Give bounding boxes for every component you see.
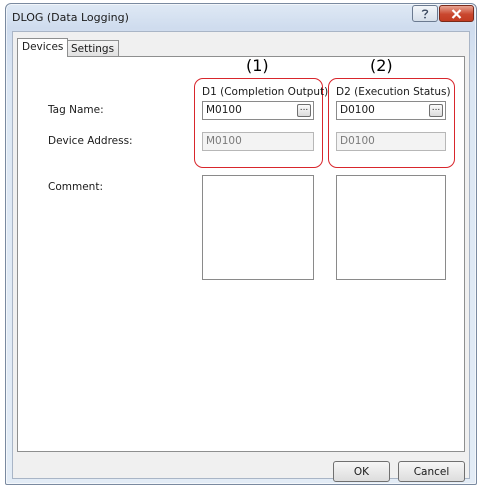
d2-device-address-value: D0100 [340,135,375,147]
d2-tag-name-value: D0100 [340,104,375,116]
tab-devices[interactable]: Devices [17,38,69,57]
ellipsis-icon: ... [431,103,441,113]
tab-settings-label: Settings [71,43,115,55]
cancel-button-label: Cancel [413,465,450,478]
dialog-window: DLOG (Data Logging) Devices Settings (1)… [5,3,477,485]
column-1-header: D1 (Completion Output) [202,86,329,98]
d2-comment-textarea[interactable] [336,175,446,280]
column-2-marker: (2) [370,56,393,75]
d1-tag-name-input[interactable]: M0100 ... [202,101,314,120]
question-mark-icon [421,8,429,18]
help-button[interactable] [412,5,438,22]
tag-name-label: Tag Name: [48,104,104,116]
ok-button[interactable]: OK [333,461,390,482]
d2-tag-name-input[interactable]: D0100 ... [336,101,446,120]
devices-panel: (1) (2) D1 (Completion Output) D2 (Execu… [17,56,465,452]
title-bar[interactable]: DLOG (Data Logging) [6,4,476,30]
d2-browse-button[interactable]: ... [429,104,443,117]
comment-label: Comment: [48,181,103,193]
d2-device-address-field: D0100 [336,132,446,151]
column-2-header: D2 (Execution Status) [336,86,451,98]
window-title: DLOG (Data Logging) [12,11,129,24]
cancel-button[interactable]: Cancel [398,461,465,482]
ok-button-label: OK [353,465,370,478]
ellipsis-icon: ... [299,103,309,113]
d1-comment-textarea[interactable] [202,175,314,280]
dialog-body: Devices Settings (1) (2) D1 (Completion … [12,31,470,482]
tab-settings[interactable]: Settings [66,40,120,57]
device-address-label: Device Address: [48,135,133,147]
d1-device-address-value: M0100 [206,135,242,147]
d1-browse-button[interactable]: ... [297,104,311,117]
column-1-marker: (1) [246,56,269,75]
d1-device-address-field: M0100 [202,132,314,151]
tab-devices-label: Devices [22,41,64,53]
d1-tag-name-value: M0100 [206,104,242,116]
close-x-icon [451,8,462,19]
close-button[interactable] [439,5,474,22]
